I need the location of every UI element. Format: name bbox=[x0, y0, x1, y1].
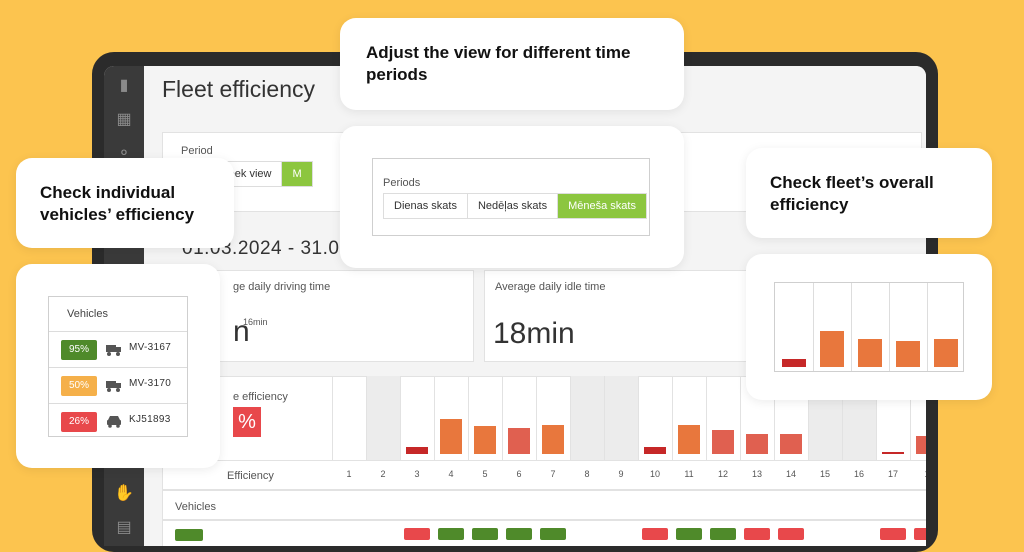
vehicles-card: Vehicles 95% MV-3167 50% MV-3170 26% KJ5… bbox=[16, 264, 220, 468]
vehicles-table-header: Vehicles bbox=[67, 308, 108, 320]
day-number: 8 bbox=[584, 469, 590, 479]
overall-chart-bar bbox=[858, 339, 882, 367]
efficiency-bar[interactable] bbox=[644, 446, 666, 454]
periods-callout-title: Adjust the view for different time perio… bbox=[366, 43, 631, 84]
efficiency-bar[interactable] bbox=[508, 427, 530, 454]
overall-callout: Check fleet’s overall efficiency bbox=[746, 148, 992, 238]
truck-icon bbox=[106, 345, 121, 356]
vehicle-day-cell bbox=[914, 528, 926, 540]
vehicle-day-cell bbox=[710, 528, 736, 540]
vehicle-day-cell bbox=[676, 528, 702, 540]
vehicle-day-cell bbox=[472, 528, 498, 540]
car-icon bbox=[107, 416, 121, 428]
day-number: 12 bbox=[717, 469, 728, 479]
vehicle-plate: KJ51893 bbox=[129, 414, 171, 425]
efficiency-bar[interactable] bbox=[542, 425, 564, 454]
efficiency-bar[interactable] bbox=[916, 436, 926, 454]
day-number: 7 bbox=[550, 469, 556, 479]
day-number: 10 bbox=[649, 469, 660, 479]
driving-time-sup: 16min bbox=[243, 317, 268, 327]
periods-callout: Adjust the view for different time perio… bbox=[340, 18, 684, 110]
day-number: 1 bbox=[910, 469, 926, 479]
dashboard-icon[interactable]: ▦ bbox=[114, 110, 134, 130]
vehicle-plate: MV-3167 bbox=[129, 342, 172, 353]
periods-option-month[interactable]: Mēneša skats bbox=[558, 194, 646, 218]
overall-chart-bar bbox=[820, 331, 844, 367]
idle-time-label: Average daily idle time bbox=[495, 281, 606, 293]
day-number: 5 bbox=[482, 469, 488, 479]
overall-chart-bar bbox=[934, 339, 958, 367]
overall-card bbox=[746, 254, 992, 400]
page-title: Fleet efficiency bbox=[162, 76, 315, 102]
vehicles-table: Vehicles 95% MV-3167 50% MV-3170 26% KJ5… bbox=[48, 296, 188, 437]
overall-callout-title: Check fleet’s overall efficiency bbox=[770, 173, 934, 214]
vehicle-day-cell bbox=[404, 528, 430, 540]
periods-option-day[interactable]: Dienas skats bbox=[384, 194, 468, 218]
vehicles-section-label: Vehicles bbox=[175, 501, 216, 513]
map-icon[interactable]: ▮ bbox=[114, 76, 134, 96]
overall-chart bbox=[774, 282, 964, 372]
periods-card: Periods Dienas skats Nedēļas skats Mēneš… bbox=[340, 126, 684, 268]
efficiency-badge: % bbox=[233, 407, 261, 437]
overall-chart-bar bbox=[782, 359, 806, 367]
vehicle-efficiency-badge: 95% bbox=[61, 340, 97, 360]
vehicle-row-cells bbox=[332, 528, 926, 542]
vehicle-day-cell bbox=[744, 528, 770, 540]
efficiency-bar[interactable] bbox=[882, 451, 904, 454]
day-number: 16 bbox=[853, 469, 864, 479]
day-number: 6 bbox=[516, 469, 522, 479]
vehicle-day-cell bbox=[642, 528, 668, 540]
efficiency-bar[interactable] bbox=[780, 433, 802, 454]
day-number: 17 bbox=[887, 469, 898, 479]
period-label: Period bbox=[181, 145, 213, 157]
vehicle-day-cell bbox=[778, 528, 804, 540]
vehicle-row-1[interactable]: 50% MV-3170 bbox=[49, 367, 187, 403]
efficiency-bar[interactable] bbox=[746, 433, 768, 454]
day-number: 14 bbox=[785, 469, 796, 479]
efficiency-bar[interactable] bbox=[712, 430, 734, 454]
vehicle-row-badge bbox=[175, 529, 203, 541]
hand-icon[interactable]: ✋ bbox=[114, 484, 134, 504]
period-option-month[interactable]: M bbox=[282, 162, 312, 186]
day-number: 4 bbox=[448, 469, 454, 479]
day-number: 1 bbox=[346, 469, 352, 479]
day-number: 15 bbox=[819, 469, 830, 479]
vehicle-row-0[interactable]: 95% MV-3167 bbox=[49, 331, 187, 367]
vehicles-section: Vehicles bbox=[162, 490, 926, 520]
day-number-row: 12345678910111213141516171 bbox=[332, 469, 926, 483]
vehicle-day-cell bbox=[540, 528, 566, 540]
vehicle-day-cell bbox=[880, 528, 906, 540]
efficiency-bar[interactable] bbox=[406, 446, 428, 454]
day-number: 3 bbox=[414, 469, 420, 479]
vehicle-plate: MV-3170 bbox=[129, 378, 172, 389]
efficiency-label: e efficiency bbox=[233, 391, 288, 403]
efficiency-row-label: Efficiency bbox=[227, 470, 274, 482]
vehicle-day-cell bbox=[438, 528, 464, 540]
periods-selector: Periods Dienas skats Nedēļas skats Mēneš… bbox=[372, 158, 650, 236]
vehicles-callout-title: Check individual vehicles’ efficiency bbox=[40, 183, 195, 224]
vehicle-day-cell bbox=[506, 528, 532, 540]
periods-option-week[interactable]: Nedēļas skats bbox=[467, 194, 559, 218]
driving-time-label: ge daily driving time bbox=[233, 281, 331, 293]
truck-icon bbox=[106, 381, 121, 392]
day-number: 2 bbox=[380, 469, 386, 479]
vehicles-callout: Check individual vehicles’ efficiency bbox=[16, 158, 234, 248]
day-number: 13 bbox=[751, 469, 762, 479]
vehicle-row-2[interactable]: 26% KJ51893 bbox=[49, 403, 187, 439]
vehicle-efficiency-badge: 50% bbox=[61, 376, 97, 396]
efficiency-bar[interactable] bbox=[440, 419, 462, 454]
efficiency-bar[interactable] bbox=[678, 425, 700, 454]
day-number: 11 bbox=[684, 469, 694, 479]
store-icon[interactable]: ▤ bbox=[114, 518, 134, 538]
vehicle-efficiency-badge: 26% bbox=[61, 412, 97, 432]
efficiency-bar[interactable] bbox=[474, 426, 496, 454]
day-number: 9 bbox=[618, 469, 624, 479]
overall-chart-column bbox=[775, 283, 813, 371]
idle-time-value: 18min bbox=[493, 317, 575, 350]
periods-label: Periods bbox=[383, 177, 421, 189]
periods-segmented-control: Dienas skats Nedēļas skats Mēneša skats bbox=[383, 193, 647, 219]
overall-chart-bar bbox=[896, 341, 920, 367]
